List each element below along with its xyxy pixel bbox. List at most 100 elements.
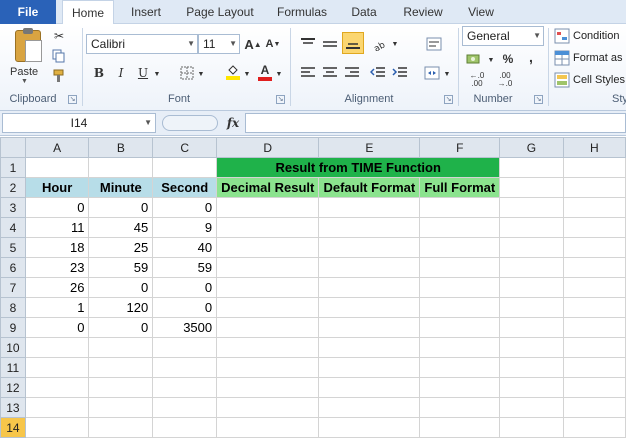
tab-insert[interactable]: Insert <box>124 0 168 24</box>
cell-second[interactable]: 9 <box>152 217 218 238</box>
accounting-format-icon[interactable] <box>464 50 486 68</box>
cell[interactable] <box>152 337 218 358</box>
cell[interactable] <box>216 317 320 338</box>
header-cell-second[interactable]: Second <box>152 177 218 198</box>
number-format-select[interactable]: General ▼ <box>462 26 544 46</box>
cell[interactable] <box>562 397 626 418</box>
cell-hour[interactable]: 23 <box>24 257 90 278</box>
cell[interactable] <box>562 157 626 178</box>
cell-minute[interactable]: 45 <box>88 217 154 238</box>
cell[interactable] <box>562 377 626 398</box>
cell[interactable] <box>499 377 564 398</box>
shrink-font-button[interactable]: A ▼ <box>264 34 282 54</box>
header-cell-decimal-result[interactable]: Decimal Result <box>216 177 320 198</box>
cell[interactable] <box>24 417 90 438</box>
column-header-f[interactable]: F <box>419 137 501 158</box>
cell[interactable] <box>419 257 501 278</box>
cell[interactable] <box>318 377 421 398</box>
align-bottom-icon[interactable] <box>342 32 364 54</box>
orientation-icon[interactable]: ab <box>370 34 390 54</box>
chevron-down-icon[interactable]: ▼ <box>390 38 400 50</box>
cell[interactable] <box>499 217 564 238</box>
row-header-selected[interactable]: 14 <box>0 417 26 438</box>
row-header[interactable]: 10 <box>0 337 26 358</box>
cell-hour[interactable]: 18 <box>24 237 90 258</box>
cell-second[interactable]: 0 <box>152 277 218 298</box>
cell-styles-button[interactable]: Cell Styles <box>554 70 626 90</box>
cell[interactable] <box>216 337 320 358</box>
tab-page-layout[interactable]: Page Layout <box>180 0 260 24</box>
cell[interactable] <box>562 337 626 358</box>
cell[interactable] <box>419 237 501 258</box>
cell-hour[interactable]: 0 <box>24 197 90 218</box>
chevron-down-icon[interactable]: ▼ <box>242 68 252 80</box>
column-header-e[interactable]: E <box>318 137 421 158</box>
copy-icon[interactable] <box>50 48 68 64</box>
cell[interactable] <box>419 337 501 358</box>
format-painter-icon[interactable] <box>50 68 68 84</box>
cell[interactable] <box>24 377 90 398</box>
cell[interactable] <box>562 417 626 438</box>
cell-minute[interactable]: 0 <box>88 197 154 218</box>
merged-title-cell[interactable]: Result from TIME Function <box>216 157 501 178</box>
increase-indent-icon[interactable] <box>390 64 410 82</box>
cell[interactable] <box>419 217 501 238</box>
cell-minute[interactable]: 0 <box>88 277 154 298</box>
increase-decimal-icon[interactable]: ←.0.00 <box>466 72 488 88</box>
cell[interactable] <box>88 397 154 418</box>
clipboard-launcher-icon[interactable]: ↘ <box>68 95 77 104</box>
cell[interactable] <box>216 237 320 258</box>
cell[interactable] <box>216 197 320 218</box>
cell[interactable] <box>24 357 90 378</box>
wrap-text-icon[interactable] <box>424 34 444 54</box>
font-launcher-icon[interactable]: ↘ <box>276 95 285 104</box>
formula-bar-splitter[interactable] <box>162 115 218 131</box>
formula-input[interactable] <box>245 113 626 133</box>
cell-minute[interactable]: 0 <box>88 317 154 338</box>
name-box[interactable]: I14 ▼ <box>2 113 156 133</box>
cell[interactable] <box>419 417 501 438</box>
decrease-indent-icon[interactable] <box>368 64 388 82</box>
cell[interactable] <box>152 397 218 418</box>
cell[interactable] <box>318 257 421 278</box>
cell[interactable] <box>216 397 320 418</box>
cell[interactable] <box>499 317 564 338</box>
row-header[interactable]: 5 <box>0 237 26 258</box>
bold-button[interactable]: B <box>90 64 108 82</box>
underline-button[interactable]: U <box>134 64 152 82</box>
cell[interactable] <box>562 177 626 198</box>
cell[interactable] <box>318 197 421 218</box>
header-cell-default-format[interactable]: Default Format <box>318 177 421 198</box>
cell[interactable] <box>499 237 564 258</box>
cell[interactable] <box>419 377 501 398</box>
row-header[interactable]: 8 <box>0 297 26 318</box>
cell[interactable] <box>318 337 421 358</box>
cell[interactable] <box>152 377 218 398</box>
cell[interactable] <box>562 297 626 318</box>
cell[interactable] <box>88 377 154 398</box>
cell-minute[interactable]: 59 <box>88 257 154 278</box>
cell[interactable] <box>318 277 421 298</box>
cell[interactable] <box>152 157 218 178</box>
cell[interactable] <box>318 397 421 418</box>
decrease-decimal-icon[interactable]: .00 →.0 <box>494 72 516 88</box>
cell[interactable] <box>216 217 320 238</box>
paste-button[interactable]: Paste ▼ <box>4 26 46 86</box>
align-left-icon[interactable] <box>298 64 318 82</box>
cell[interactable] <box>499 177 564 198</box>
cell[interactable] <box>562 317 626 338</box>
header-cell-hour[interactable]: Hour <box>24 177 90 198</box>
cell[interactable] <box>419 397 501 418</box>
cell[interactable] <box>152 417 218 438</box>
cell[interactable] <box>499 417 564 438</box>
cell[interactable] <box>499 277 564 298</box>
cell[interactable] <box>562 277 626 298</box>
cell[interactable] <box>419 357 501 378</box>
conditional-formatting-button[interactable]: Condition <box>554 26 626 46</box>
cell[interactable] <box>499 257 564 278</box>
fill-color-icon[interactable] <box>224 62 242 82</box>
chevron-down-icon[interactable]: ▼ <box>152 68 162 80</box>
cell[interactable] <box>216 277 320 298</box>
cell[interactable] <box>318 317 421 338</box>
cell[interactable] <box>216 357 320 378</box>
